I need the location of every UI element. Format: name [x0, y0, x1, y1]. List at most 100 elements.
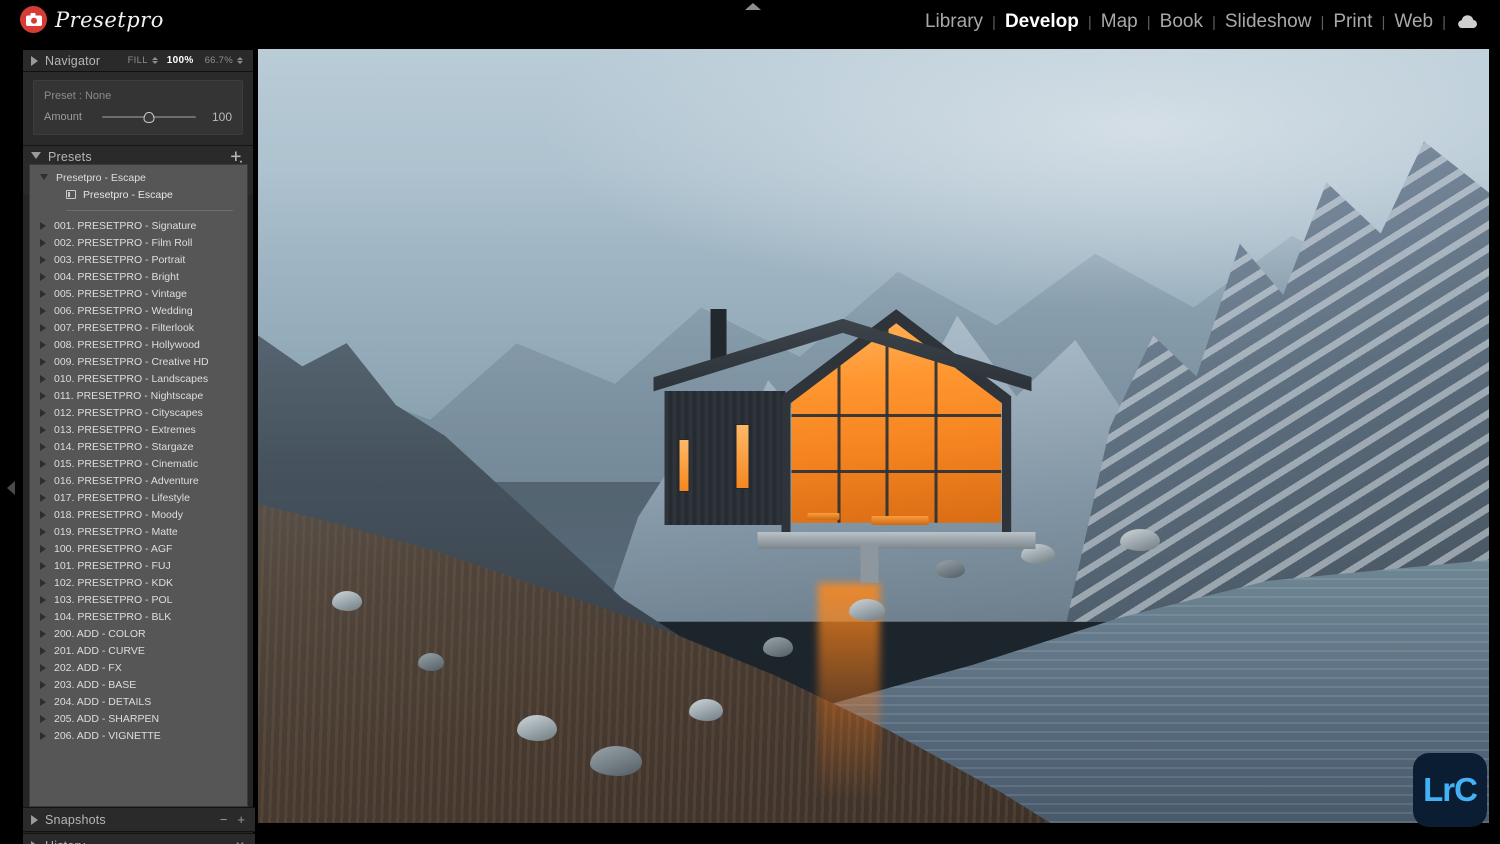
- group-twisty-icon[interactable]: [40, 173, 48, 184]
- image-viewport[interactable]: LrC: [256, 47, 1500, 844]
- module-map[interactable]: Map: [1092, 11, 1147, 33]
- navigator-twisty-icon[interactable]: [31, 55, 38, 66]
- preset-group-row[interactable]: 004. PRESETPRO - Bright: [30, 268, 247, 285]
- zoom-100[interactable]: 100%: [167, 55, 194, 66]
- clear-history-icon[interactable]: ✕: [235, 839, 245, 844]
- group-twisty-icon[interactable]: [40, 442, 46, 451]
- plus-icon[interactable]: +: [237, 812, 245, 827]
- group-twisty-icon[interactable]: [40, 493, 46, 502]
- preset-group-row[interactable]: 206. ADD - VIGNETTE: [30, 727, 247, 744]
- group-twisty-icon[interactable]: [40, 306, 46, 315]
- group-twisty-icon[interactable]: [40, 391, 46, 400]
- module-slideshow[interactable]: Slideshow: [1216, 11, 1321, 33]
- group-twisty-icon[interactable]: [40, 646, 46, 655]
- group-twisty-icon[interactable]: [40, 629, 46, 638]
- zoom-custom-stepper-icon[interactable]: [237, 57, 243, 64]
- group-twisty-icon[interactable]: [40, 272, 46, 281]
- group-twisty-icon[interactable]: [40, 544, 46, 553]
- preset-group-row[interactable]: 200. ADD - COLOR: [30, 625, 247, 642]
- preset-group-row[interactable]: 003. PRESETPRO - Portrait: [30, 251, 247, 268]
- preset-group-row[interactable]: 018. PRESETPRO - Moody: [30, 506, 247, 523]
- preset-group-row[interactable]: 009. PRESETPRO - Creative HD: [30, 353, 247, 370]
- zoom-custom[interactable]: 66.7%: [205, 55, 233, 66]
- group-twisty-icon[interactable]: [40, 476, 46, 485]
- group-twisty-icon[interactable]: [40, 510, 46, 519]
- preset-group-label: 013. PRESETPRO - Extremes: [54, 423, 196, 436]
- history-panel-header[interactable]: History ✕: [23, 833, 255, 844]
- preset-group-row[interactable]: 019. PRESETPRO - Matte: [30, 523, 247, 540]
- group-twisty-icon[interactable]: [40, 697, 46, 706]
- amount-slider-handle[interactable]: [143, 112, 155, 123]
- group-twisty-icon[interactable]: [40, 595, 46, 604]
- preset-group-row[interactable]: 013. PRESETPRO - Extremes: [30, 421, 247, 438]
- group-twisty-icon[interactable]: [40, 714, 46, 723]
- preset-group-row[interactable]: 002. PRESETPRO - Film Roll: [30, 234, 247, 251]
- preset-group-row[interactable]: 016. PRESETPRO - Adventure: [30, 472, 247, 489]
- preset-group-row[interactable]: 102. PRESETPRO - KDK: [30, 574, 247, 591]
- group-twisty-icon[interactable]: [40, 238, 46, 247]
- zoom-fill-stepper-icon[interactable]: [151, 57, 158, 64]
- preset-group-row[interactable]: 015. PRESETPRO - Cinematic: [30, 455, 247, 472]
- group-twisty-icon[interactable]: [40, 340, 46, 349]
- navigator-header[interactable]: Navigator FILL 100% 66.7%: [23, 50, 253, 72]
- module-develop[interactable]: Develop: [996, 11, 1088, 33]
- group-twisty-icon[interactable]: [40, 255, 46, 264]
- left-panel-toggle-arrow[interactable]: [7, 481, 15, 495]
- group-twisty-icon[interactable]: [40, 663, 46, 672]
- history-twisty-icon[interactable]: [31, 840, 38, 844]
- preset-group-row[interactable]: 101. PRESETPRO - FUJ: [30, 557, 247, 574]
- presets-twisty-icon[interactable]: [31, 152, 41, 164]
- group-twisty-icon[interactable]: [40, 408, 46, 417]
- preset-group-row[interactable]: 201. ADD - CURVE: [30, 642, 247, 659]
- preset-group-row[interactable]: 001. PRESETPRO - Signature: [30, 217, 247, 234]
- group-twisty-icon[interactable]: [40, 680, 46, 689]
- preset-group-row[interactable]: 014. PRESETPRO - Stargaze: [30, 438, 247, 455]
- left-panel: Navigator FILL 100% 66.7% Preset : None …: [22, 50, 255, 844]
- group-twisty-icon[interactable]: [40, 527, 46, 536]
- group-twisty-icon[interactable]: [40, 425, 46, 434]
- preset-group-row[interactable]: 010. PRESETPRO - Landscapes: [30, 370, 247, 387]
- preset-group-row[interactable]: 017. PRESETPRO - Lifestyle: [30, 489, 247, 506]
- preset-group-row[interactable]: 007. PRESETPRO - Filterlook: [30, 319, 247, 336]
- preset-group-row[interactable]: 011. PRESETPRO - Nightscape: [30, 387, 247, 404]
- group-twisty-icon[interactable]: [40, 578, 46, 587]
- preset-group-row[interactable]: 103. PRESETPRO - POL: [30, 591, 247, 608]
- zoom-fill[interactable]: FILL: [128, 55, 148, 66]
- group-twisty-icon[interactable]: [40, 731, 46, 740]
- preset-group-row[interactable]: 204. ADD - DETAILS: [30, 693, 247, 710]
- snapshots-panel-header[interactable]: Snapshots − +: [23, 807, 255, 832]
- preset-group-row[interactable]: 100. PRESETPRO - AGF: [30, 540, 247, 557]
- module-library[interactable]: Library: [916, 11, 992, 33]
- preset-list[interactable]: Presetpro - Escape Presetpro - Escape 00…: [29, 164, 248, 807]
- group-twisty-icon[interactable]: [40, 221, 46, 230]
- preset-group-row[interactable]: 012. PRESETPRO - Cityscapes: [30, 404, 247, 421]
- preset-group-row[interactable]: 005. PRESETPRO - Vintage: [30, 285, 247, 302]
- module-web[interactable]: Web: [1385, 11, 1442, 33]
- group-twisty-icon[interactable]: [40, 612, 46, 621]
- preset-group-row[interactable]: 203. ADD - BASE: [30, 676, 247, 693]
- list-item[interactable]: Presetpro - Escape: [30, 186, 247, 203]
- group-twisty-icon[interactable]: [40, 374, 46, 383]
- group-twisty-icon[interactable]: [40, 561, 46, 570]
- preset-group-row[interactable]: 202. ADD - FX: [30, 659, 247, 676]
- preset-group-row[interactable]: 006. PRESETPRO - Wedding: [30, 302, 247, 319]
- photo-preview[interactable]: [258, 49, 1489, 823]
- preset-group-label: 012. PRESETPRO - Cityscapes: [54, 406, 203, 419]
- preset-group-row[interactable]: 104. PRESETPRO - BLK: [30, 608, 247, 625]
- group-twisty-icon[interactable]: [40, 323, 46, 332]
- top-panel-toggle-arrow[interactable]: [745, 3, 761, 10]
- preset-group-expanded[interactable]: Presetpro - Escape: [30, 169, 247, 186]
- group-twisty-icon[interactable]: [40, 289, 46, 298]
- cloud-icon[interactable]: [1446, 15, 1486, 29]
- minus-icon[interactable]: −: [220, 812, 228, 827]
- amount-slider[interactable]: [102, 111, 196, 123]
- module-print[interactable]: Print: [1324, 11, 1381, 33]
- module-book[interactable]: Book: [1151, 11, 1212, 33]
- preset-group-row[interactable]: 205. ADD - SHARPEN: [30, 710, 247, 727]
- group-twisty-icon[interactable]: [40, 357, 46, 366]
- amount-value[interactable]: 100: [204, 110, 232, 124]
- add-preset-plus-icon[interactable]: [229, 150, 243, 164]
- preset-group-row[interactable]: 008. PRESETPRO - Hollywood: [30, 336, 247, 353]
- group-twisty-icon[interactable]: [40, 459, 46, 468]
- snapshots-twisty-icon[interactable]: [31, 814, 38, 825]
